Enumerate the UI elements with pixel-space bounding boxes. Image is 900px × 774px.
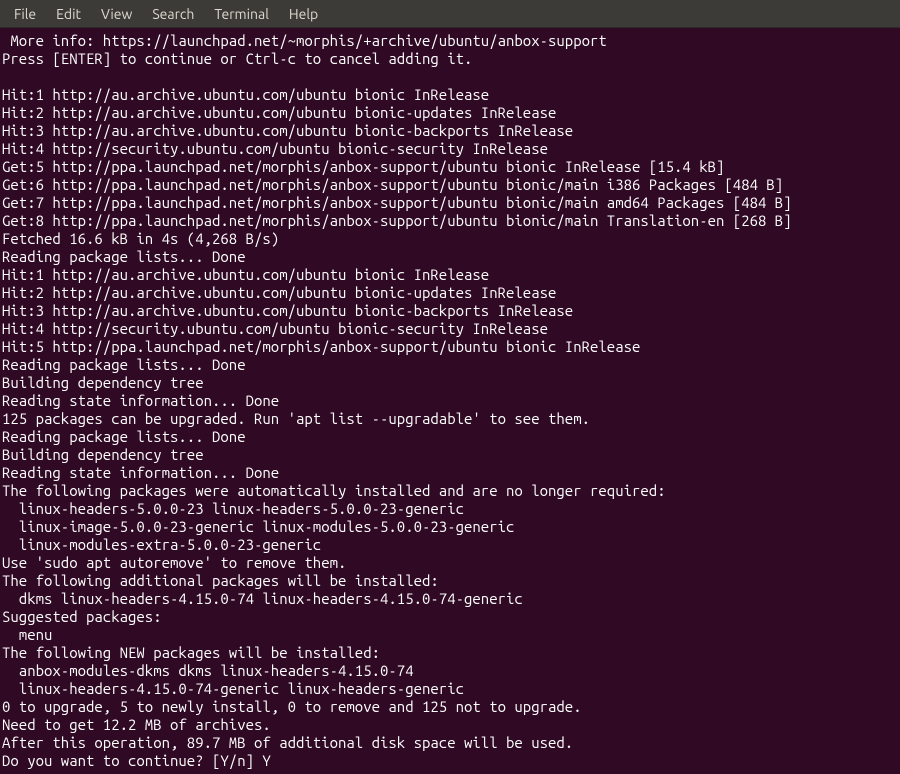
terminal-line: Hit:4 http://security.ubuntu.com/ubuntu … (2, 140, 898, 158)
terminal-line: Hit:5 http://ppa.launchpad.net/morphis/a… (2, 338, 898, 356)
terminal-line: Reading package lists... Done (2, 248, 898, 266)
terminal-line: More info: https://launchpad.net/~morphi… (2, 32, 898, 50)
terminal-line: Hit:2 http://au.archive.ubuntu.com/ubunt… (2, 284, 898, 302)
terminal-line: Reading state information... Done (2, 464, 898, 482)
terminal-line: Get:8 http://ppa.launchpad.net/morphis/a… (2, 212, 898, 230)
terminal-line (2, 68, 898, 86)
terminal-line: 0 to upgrade, 5 to newly install, 0 to r… (2, 698, 898, 716)
terminal-line: Use 'sudo apt autoremove' to remove them… (2, 554, 898, 572)
terminal-line: Hit:1 http://au.archive.ubuntu.com/ubunt… (2, 266, 898, 284)
terminal-line: Hit:2 http://au.archive.ubuntu.com/ubunt… (2, 104, 898, 122)
menu-help[interactable]: Help (279, 2, 328, 26)
terminal-line: Get:5 http://ppa.launchpad.net/morphis/a… (2, 158, 898, 176)
terminal-line: The following additional packages will b… (2, 572, 898, 590)
terminal-output[interactable]: More info: https://launchpad.net/~morphi… (0, 28, 900, 774)
terminal-line: Building dependency tree (2, 374, 898, 392)
terminal-line: Fetched 16.6 kB in 4s (4,268 B/s) (2, 230, 898, 248)
terminal-line: Press [ENTER] to continue or Ctrl-c to c… (2, 50, 898, 68)
terminal-line: linux-headers-5.0.0-23 linux-headers-5.0… (2, 500, 898, 518)
terminal-line: After this operation, 89.7 MB of additio… (2, 734, 898, 752)
terminal-line: Hit:3 http://au.archive.ubuntu.com/ubunt… (2, 302, 898, 320)
terminal-line: anbox-modules-dkms dkms linux-headers-4.… (2, 662, 898, 680)
terminal-line: Building dependency tree (2, 446, 898, 464)
terminal-line: Hit:3 http://au.archive.ubuntu.com/ubunt… (2, 122, 898, 140)
terminal-line: Reading state information... Done (2, 392, 898, 410)
terminal-line: Suggested packages: (2, 608, 898, 626)
terminal-line: Do you want to continue? [Y/n] Y (2, 752, 898, 770)
terminal-line: menu (2, 626, 898, 644)
menu-file[interactable]: File (4, 2, 46, 26)
terminal-line: Reading package lists... Done (2, 428, 898, 446)
menu-search[interactable]: Search (142, 2, 204, 26)
menu-edit[interactable]: Edit (46, 2, 91, 26)
terminal-line: linux-headers-4.15.0-74-generic linux-he… (2, 680, 898, 698)
terminal-line: dkms linux-headers-4.15.0-74 linux-heade… (2, 590, 898, 608)
terminal-line: The following packages were automaticall… (2, 482, 898, 500)
terminal-line: linux-image-5.0.0-23-generic linux-modul… (2, 518, 898, 536)
menu-view[interactable]: View (91, 2, 142, 26)
terminal-line: linux-modules-extra-5.0.0-23-generic (2, 536, 898, 554)
terminal-line: Get:6 http://ppa.launchpad.net/morphis/a… (2, 176, 898, 194)
terminal-line: Hit:4 http://security.ubuntu.com/ubuntu … (2, 320, 898, 338)
menubar: File Edit View Search Terminal Help (0, 0, 900, 28)
terminal-line: Reading package lists... Done (2, 356, 898, 374)
terminal-line: 125 packages can be upgraded. Run 'apt l… (2, 410, 898, 428)
menu-terminal[interactable]: Terminal (204, 2, 279, 26)
terminal-line: The following NEW packages will be insta… (2, 644, 898, 662)
terminal-line: Need to get 12.2 MB of archives. (2, 716, 898, 734)
terminal-line: Hit:1 http://au.archive.ubuntu.com/ubunt… (2, 86, 898, 104)
terminal-line: Get:7 http://ppa.launchpad.net/morphis/a… (2, 194, 898, 212)
